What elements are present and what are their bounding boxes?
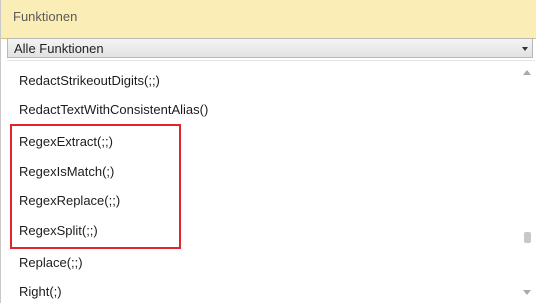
chevron-down-icon <box>522 47 528 51</box>
highlight-box <box>10 124 181 249</box>
divider <box>7 60 535 61</box>
panel-header: Funktionen <box>1 0 536 39</box>
category-select[interactable]: Alle Funktionen <box>7 38 533 58</box>
list-item-redact-strikeout-digits[interactable]: RedactStrikeoutDigits(;;) <box>19 73 160 88</box>
category-select-value: Alle Funktionen <box>14 41 104 56</box>
functions-panel: Funktionen Alle Funktionen RedactStrikeo… <box>0 0 536 303</box>
list-item-right[interactable]: Right(;) <box>19 284 62 299</box>
list-item-redact-text-consistent-alias[interactable]: RedactTextWithConsistentAlias() <box>19 102 208 117</box>
scroll-up-icon[interactable] <box>523 70 531 75</box>
list-item-replace[interactable]: Replace(;;) <box>19 255 83 270</box>
scrollbar-thumb[interactable] <box>524 232 531 243</box>
panel-title: Funktionen <box>13 9 78 24</box>
vertical-scrollbar[interactable] <box>519 62 535 303</box>
scroll-down-icon[interactable] <box>523 290 531 295</box>
